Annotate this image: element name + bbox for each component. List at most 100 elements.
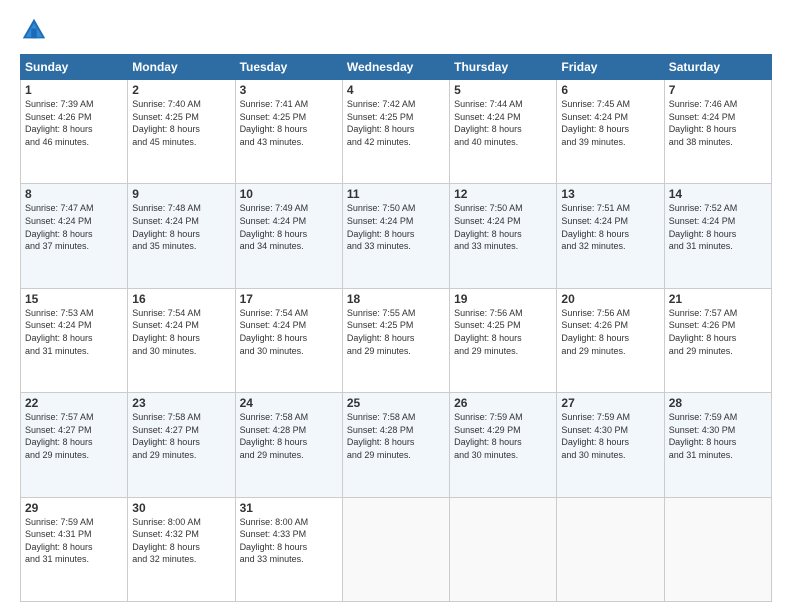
day-number: 15 (25, 292, 123, 306)
day-info: Sunrise: 7:56 AM Sunset: 4:25 PM Dayligh… (454, 307, 552, 357)
calendar-day-cell: 8 Sunrise: 7:47 AM Sunset: 4:24 PM Dayli… (21, 184, 128, 288)
day-number: 31 (240, 501, 338, 515)
calendar-header-sunday: Sunday (21, 55, 128, 80)
day-number: 29 (25, 501, 123, 515)
calendar: SundayMondayTuesdayWednesdayThursdayFrid… (20, 54, 772, 602)
day-info: Sunrise: 7:59 AM Sunset: 4:30 PM Dayligh… (669, 411, 767, 461)
day-info: Sunrise: 7:50 AM Sunset: 4:24 PM Dayligh… (454, 202, 552, 252)
calendar-day-cell: 11 Sunrise: 7:50 AM Sunset: 4:24 PM Dayl… (342, 184, 449, 288)
day-info: Sunrise: 7:57 AM Sunset: 4:27 PM Dayligh… (25, 411, 123, 461)
day-number: 16 (132, 292, 230, 306)
day-info: Sunrise: 7:46 AM Sunset: 4:24 PM Dayligh… (669, 98, 767, 148)
calendar-week-row: 8 Sunrise: 7:47 AM Sunset: 4:24 PM Dayli… (21, 184, 772, 288)
calendar-day-cell (450, 497, 557, 601)
logo (20, 16, 52, 44)
calendar-day-cell: 16 Sunrise: 7:54 AM Sunset: 4:24 PM Dayl… (128, 288, 235, 392)
day-number: 9 (132, 187, 230, 201)
calendar-header-wednesday: Wednesday (342, 55, 449, 80)
day-number: 17 (240, 292, 338, 306)
calendar-day-cell: 26 Sunrise: 7:59 AM Sunset: 4:29 PM Dayl… (450, 393, 557, 497)
calendar-day-cell: 2 Sunrise: 7:40 AM Sunset: 4:25 PM Dayli… (128, 80, 235, 184)
day-info: Sunrise: 8:00 AM Sunset: 4:32 PM Dayligh… (132, 516, 230, 566)
day-number: 27 (561, 396, 659, 410)
day-number: 8 (25, 187, 123, 201)
calendar-day-cell (664, 497, 771, 601)
calendar-day-cell: 31 Sunrise: 8:00 AM Sunset: 4:33 PM Dayl… (235, 497, 342, 601)
calendar-day-cell: 7 Sunrise: 7:46 AM Sunset: 4:24 PM Dayli… (664, 80, 771, 184)
calendar-day-cell: 4 Sunrise: 7:42 AM Sunset: 4:25 PM Dayli… (342, 80, 449, 184)
day-info: Sunrise: 7:58 AM Sunset: 4:27 PM Dayligh… (132, 411, 230, 461)
calendar-day-cell: 20 Sunrise: 7:56 AM Sunset: 4:26 PM Dayl… (557, 288, 664, 392)
calendar-week-row: 29 Sunrise: 7:59 AM Sunset: 4:31 PM Dayl… (21, 497, 772, 601)
calendar-header-tuesday: Tuesday (235, 55, 342, 80)
day-number: 19 (454, 292, 552, 306)
day-number: 4 (347, 83, 445, 97)
calendar-day-cell: 13 Sunrise: 7:51 AM Sunset: 4:24 PM Dayl… (557, 184, 664, 288)
page: SundayMondayTuesdayWednesdayThursdayFrid… (0, 0, 792, 612)
day-number: 28 (669, 396, 767, 410)
day-number: 18 (347, 292, 445, 306)
calendar-day-cell: 15 Sunrise: 7:53 AM Sunset: 4:24 PM Dayl… (21, 288, 128, 392)
day-number: 25 (347, 396, 445, 410)
day-info: Sunrise: 7:47 AM Sunset: 4:24 PM Dayligh… (25, 202, 123, 252)
day-number: 2 (132, 83, 230, 97)
calendar-day-cell: 14 Sunrise: 7:52 AM Sunset: 4:24 PM Dayl… (664, 184, 771, 288)
calendar-day-cell: 12 Sunrise: 7:50 AM Sunset: 4:24 PM Dayl… (450, 184, 557, 288)
day-number: 21 (669, 292, 767, 306)
calendar-day-cell: 30 Sunrise: 8:00 AM Sunset: 4:32 PM Dayl… (128, 497, 235, 601)
calendar-header-saturday: Saturday (664, 55, 771, 80)
calendar-day-cell: 19 Sunrise: 7:56 AM Sunset: 4:25 PM Dayl… (450, 288, 557, 392)
day-number: 23 (132, 396, 230, 410)
day-info: Sunrise: 7:56 AM Sunset: 4:26 PM Dayligh… (561, 307, 659, 357)
day-info: Sunrise: 7:41 AM Sunset: 4:25 PM Dayligh… (240, 98, 338, 148)
day-info: Sunrise: 7:55 AM Sunset: 4:25 PM Dayligh… (347, 307, 445, 357)
calendar-day-cell: 17 Sunrise: 7:54 AM Sunset: 4:24 PM Dayl… (235, 288, 342, 392)
calendar-header-row: SundayMondayTuesdayWednesdayThursdayFrid… (21, 55, 772, 80)
logo-icon (20, 16, 48, 44)
day-info: Sunrise: 7:53 AM Sunset: 4:24 PM Dayligh… (25, 307, 123, 357)
calendar-day-cell: 6 Sunrise: 7:45 AM Sunset: 4:24 PM Dayli… (557, 80, 664, 184)
calendar-day-cell: 22 Sunrise: 7:57 AM Sunset: 4:27 PM Dayl… (21, 393, 128, 497)
day-info: Sunrise: 7:42 AM Sunset: 4:25 PM Dayligh… (347, 98, 445, 148)
day-info: Sunrise: 7:57 AM Sunset: 4:26 PM Dayligh… (669, 307, 767, 357)
day-info: Sunrise: 7:44 AM Sunset: 4:24 PM Dayligh… (454, 98, 552, 148)
day-number: 24 (240, 396, 338, 410)
calendar-day-cell: 3 Sunrise: 7:41 AM Sunset: 4:25 PM Dayli… (235, 80, 342, 184)
calendar-day-cell: 25 Sunrise: 7:58 AM Sunset: 4:28 PM Dayl… (342, 393, 449, 497)
calendar-day-cell: 21 Sunrise: 7:57 AM Sunset: 4:26 PM Dayl… (664, 288, 771, 392)
calendar-week-row: 15 Sunrise: 7:53 AM Sunset: 4:24 PM Dayl… (21, 288, 772, 392)
day-info: Sunrise: 7:54 AM Sunset: 4:24 PM Dayligh… (132, 307, 230, 357)
day-info: Sunrise: 7:49 AM Sunset: 4:24 PM Dayligh… (240, 202, 338, 252)
day-number: 10 (240, 187, 338, 201)
day-number: 14 (669, 187, 767, 201)
header (20, 16, 772, 44)
day-number: 12 (454, 187, 552, 201)
calendar-header-thursday: Thursday (450, 55, 557, 80)
day-info: Sunrise: 7:54 AM Sunset: 4:24 PM Dayligh… (240, 307, 338, 357)
calendar-day-cell: 24 Sunrise: 7:58 AM Sunset: 4:28 PM Dayl… (235, 393, 342, 497)
calendar-day-cell: 18 Sunrise: 7:55 AM Sunset: 4:25 PM Dayl… (342, 288, 449, 392)
day-info: Sunrise: 7:59 AM Sunset: 4:30 PM Dayligh… (561, 411, 659, 461)
day-info: Sunrise: 7:59 AM Sunset: 4:29 PM Dayligh… (454, 411, 552, 461)
day-number: 6 (561, 83, 659, 97)
day-info: Sunrise: 8:00 AM Sunset: 4:33 PM Dayligh… (240, 516, 338, 566)
day-info: Sunrise: 7:51 AM Sunset: 4:24 PM Dayligh… (561, 202, 659, 252)
day-info: Sunrise: 7:40 AM Sunset: 4:25 PM Dayligh… (132, 98, 230, 148)
calendar-header-monday: Monday (128, 55, 235, 80)
day-number: 3 (240, 83, 338, 97)
calendar-day-cell: 29 Sunrise: 7:59 AM Sunset: 4:31 PM Dayl… (21, 497, 128, 601)
day-info: Sunrise: 7:58 AM Sunset: 4:28 PM Dayligh… (347, 411, 445, 461)
day-info: Sunrise: 7:45 AM Sunset: 4:24 PM Dayligh… (561, 98, 659, 148)
calendar-day-cell (342, 497, 449, 601)
calendar-week-row: 22 Sunrise: 7:57 AM Sunset: 4:27 PM Dayl… (21, 393, 772, 497)
day-number: 5 (454, 83, 552, 97)
day-number: 30 (132, 501, 230, 515)
day-number: 1 (25, 83, 123, 97)
day-info: Sunrise: 7:58 AM Sunset: 4:28 PM Dayligh… (240, 411, 338, 461)
day-number: 20 (561, 292, 659, 306)
calendar-day-cell: 9 Sunrise: 7:48 AM Sunset: 4:24 PM Dayli… (128, 184, 235, 288)
calendar-day-cell (557, 497, 664, 601)
day-number: 7 (669, 83, 767, 97)
calendar-day-cell: 1 Sunrise: 7:39 AM Sunset: 4:26 PM Dayli… (21, 80, 128, 184)
day-info: Sunrise: 7:50 AM Sunset: 4:24 PM Dayligh… (347, 202, 445, 252)
